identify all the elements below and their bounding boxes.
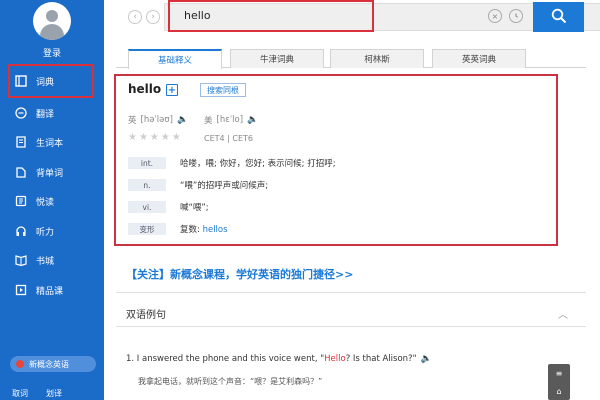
search-button[interactable]: [533, 2, 584, 32]
chevron-up-icon[interactable]: ︿: [558, 306, 568, 321]
course-promo-link[interactable]: 【关注】新概念课程，学好英语的独门捷径>>: [126, 266, 353, 282]
speaker-icon[interactable]: 🔈: [177, 115, 188, 125]
add-to-wordbook-icon[interactable]: +: [166, 84, 178, 96]
uk-pronunciation: 英 [həˈləʊ] 🔈: [128, 114, 188, 126]
sidebar-item-label: 书城: [36, 256, 55, 267]
record-icon: [16, 360, 24, 368]
sidebar-item-memorize[interactable]: 背单词: [14, 163, 94, 181]
sidebar-item-dictionary[interactable]: 词典: [14, 72, 94, 90]
meaning: 复数: hellos: [180, 223, 228, 235]
meaning: 喊“喂”;: [180, 203, 209, 213]
definition-row: int. 哈喽，喂; 你好，您好; 表示问候; 打招呼;: [128, 156, 336, 170]
select-translate-toggle[interactable]: 划译: [46, 388, 62, 399]
plural-link[interactable]: hellos: [203, 225, 228, 235]
tab-collins[interactable]: 柯林斯: [330, 49, 424, 68]
memorize-icon: [14, 165, 28, 179]
bookstore-icon: [14, 253, 28, 267]
course-icon: [14, 283, 28, 297]
part-of-speech: int.: [128, 157, 166, 169]
part-of-speech: 变形: [128, 223, 166, 235]
sidebar-item-label: 翻译: [36, 109, 55, 120]
sidebar-item-label: 词典: [36, 77, 55, 88]
example-translation: 我拿起电话，就听到这个声音：“喂？是艾利森吗？”: [138, 377, 323, 386]
uk-phonetic: [həˈləʊ]: [140, 115, 173, 125]
meaning: 哈喽，喂; 你好，您好; 表示问候; 打招呼;: [180, 159, 336, 169]
reading-icon: [14, 194, 28, 208]
divider: [116, 326, 586, 327]
example-text: 1. I answered the phone and this voice w…: [126, 354, 416, 364]
search-highlight: [168, 0, 374, 32]
word-capture-toggle[interactable]: 取词: [12, 388, 28, 399]
same-root-search-button[interactable]: 搜索同根: [200, 83, 246, 97]
sidebar-item-label: 精品课: [36, 286, 64, 297]
speaker-icon[interactable]: 🔈: [247, 115, 258, 125]
new-concept-english-button[interactable]: 新概念英语: [10, 356, 96, 372]
book-icon: [14, 74, 28, 88]
sidebar: 登录 词典 翻译 生词本 背单词 悦读 听力 书城 精品课 新概念英语 取词 划…: [0, 0, 104, 400]
sidebar-item-bookstore[interactable]: 书城: [14, 251, 94, 269]
speaker-icon[interactable]: 🔈: [420, 354, 431, 364]
avatar-head: [46, 10, 58, 22]
clear-icon[interactable]: ×: [488, 9, 502, 23]
part-of-speech: vi.: [128, 201, 166, 213]
back-icon[interactable]: ‹: [128, 10, 142, 24]
top-bar: ‹ › ×: [104, 0, 600, 38]
definition-panel: hello + 搜索同根 英 [həˈləʊ] 🔈 美 [hɛˈlo] 🔈 ★★…: [114, 74, 558, 246]
search-icon: [551, 8, 567, 27]
avatar[interactable]: [33, 2, 71, 40]
sidebar-item-label: 听力: [36, 227, 55, 238]
definition-row: n. “喂”的招呼声或问候声;: [128, 178, 268, 192]
headword: hello: [128, 82, 162, 96]
example-suffix: ? Is that Alison?": [345, 354, 417, 364]
example-prefix: 1. I answered the phone and this voice w…: [126, 354, 325, 364]
level-tags: CET4 | CET6: [204, 134, 254, 143]
frequency-stars: ★★★★★: [128, 132, 183, 143]
wordbook-icon: [14, 135, 28, 149]
meaning: “喂”的招呼声或问候声;: [180, 181, 269, 191]
translate-icon: [14, 106, 28, 120]
us-phonetic: [hɛˈlo]: [216, 115, 244, 125]
bilingual-examples-title: 双语例句: [126, 310, 166, 321]
divider: [116, 292, 586, 293]
tab-oxford[interactable]: 牛津词典: [230, 49, 324, 68]
us-label: 美: [204, 116, 213, 126]
definition-row: vi. 喊“喂”;: [128, 200, 209, 214]
sidebar-item-listening[interactable]: 听力: [14, 222, 94, 240]
us-pronunciation: 美 [hɛˈlo] 🔈: [204, 114, 258, 126]
promo-label: 新概念英语: [29, 359, 69, 369]
sidebar-item-reading[interactable]: 悦读: [14, 192, 94, 210]
history-icon[interactable]: [509, 9, 523, 23]
sidebar-item-label: 悦读: [36, 197, 55, 208]
part-of-speech: n.: [128, 179, 166, 191]
headphones-icon: [14, 224, 28, 238]
avatar-body: [40, 24, 64, 40]
sidebar-item-translate[interactable]: 翻译: [14, 104, 94, 122]
forward-icon[interactable]: ›: [146, 10, 160, 24]
tab-basic[interactable]: 基础释义: [128, 49, 222, 69]
home-icon[interactable]: ⌂: [556, 387, 561, 396]
floating-tools: ≡ ⌂: [548, 364, 570, 400]
sidebar-bottom: 取词 划译: [12, 388, 62, 399]
plural-label: 复数:: [180, 225, 203, 235]
login-link[interactable]: 登录: [0, 46, 104, 59]
definition-row: 变形 复数: hellos: [128, 222, 228, 236]
sidebar-item-wordbook[interactable]: 生词本: [14, 133, 94, 151]
sidebar-item-label: 生词本: [36, 138, 64, 149]
example-sentence: 1. I answered the phone and this voice w…: [126, 354, 432, 364]
list-icon[interactable]: ≡: [556, 369, 563, 378]
sidebar-item-label: 背单词: [36, 168, 64, 179]
sidebar-item-courses[interactable]: 精品课: [14, 281, 94, 299]
uk-label: 英: [128, 116, 137, 126]
example-highlight: Hello: [324, 354, 346, 364]
tab-english-english[interactable]: 英英词典: [432, 49, 526, 68]
dictionary-tabs: 基础释义 牛津词典 柯林斯 英英词典: [116, 48, 586, 69]
